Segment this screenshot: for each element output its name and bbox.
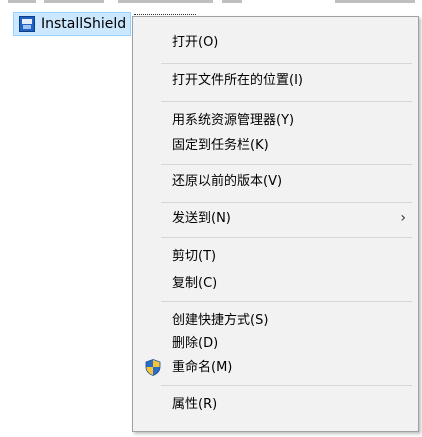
menu-separator	[161, 63, 412, 64]
menu-item-create-shortcut[interactable]: 创建快捷方式(S)	[133, 310, 418, 331]
menu-item-pin-to-taskbar[interactable]: 固定到任务栏(K)	[133, 135, 418, 156]
menu-item-label: 发送到(N)	[172, 211, 231, 226]
shield-icon	[145, 359, 161, 376]
menu-separator	[161, 202, 412, 203]
menu-item-send-to[interactable]: 发送到(N) ›	[133, 208, 418, 229]
menu-item-copy[interactable]: 复制(C)	[133, 273, 418, 294]
menu-item-label: 创建快捷方式(S)	[172, 313, 269, 328]
context-menu: 打开(O) 打开文件所在的位置(I) 用系统资源管理器(Y) 固定到任务栏(K)…	[132, 16, 419, 432]
menu-item-label: 复制(C)	[172, 276, 218, 291]
menu-item-rename[interactable]: 重命名(M)	[133, 357, 418, 378]
menu-item-properties[interactable]: 属性(R)	[133, 394, 418, 415]
menu-item-open[interactable]: 打开(O)	[133, 32, 418, 53]
menu-item-delete[interactable]: 删除(D)	[133, 333, 418, 354]
menu-item-label: 固定到任务栏(K)	[172, 138, 269, 153]
menu-item-open-file-location[interactable]: 打开文件所在的位置(I)	[133, 70, 418, 91]
menu-item-restore-previous-versions[interactable]: 还原以前的版本(V)	[133, 171, 418, 192]
menu-item-label: 用系统资源管理器(Y)	[172, 113, 295, 128]
menu-item-open-with-explorer[interactable]: 用系统资源管理器(Y)	[133, 110, 418, 131]
menu-item-label: 打开文件所在的位置(I)	[172, 73, 303, 88]
explorer-item-installshield[interactable]: InstallShield	[13, 12, 131, 36]
background-window-strip	[0, 0, 422, 10]
menu-separator	[161, 385, 412, 386]
menu-item-cut[interactable]: 剪切(T)	[133, 246, 418, 267]
menu-item-label: 删除(D)	[172, 336, 219, 351]
menu-separator	[161, 237, 412, 238]
chevron-right-icon: ›	[400, 210, 406, 226]
explorer-item-label: InstallShield	[41, 16, 127, 32]
installshield-icon	[19, 16, 35, 32]
menu-separator	[161, 301, 412, 302]
menu-item-label: 还原以前的版本(V)	[172, 174, 283, 189]
menu-separator	[161, 164, 412, 165]
menu-item-label: 属性(R)	[172, 397, 218, 412]
menu-separator	[161, 101, 412, 102]
menu-item-label: 重命名(M)	[172, 360, 233, 375]
menu-item-label: 打开(O)	[172, 35, 219, 50]
menu-item-label: 剪切(T)	[172, 249, 217, 264]
